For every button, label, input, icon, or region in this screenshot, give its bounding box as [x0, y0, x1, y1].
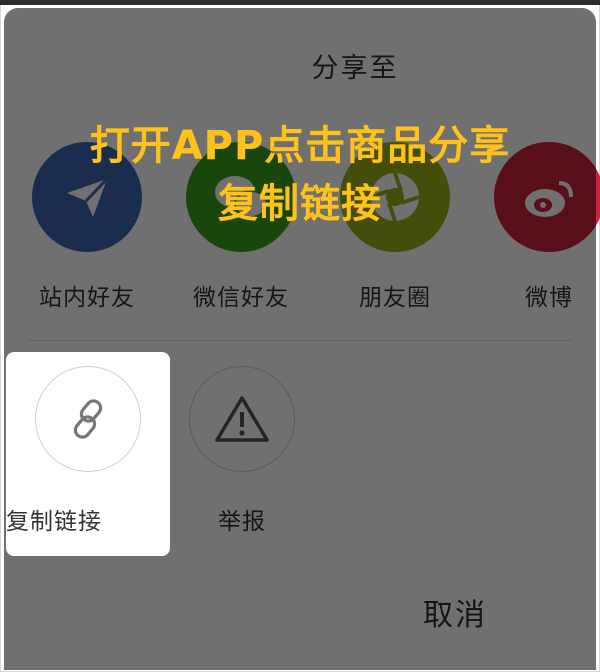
share-sheet: [4, 8, 596, 670]
share-sheet-title: 分享至: [311, 53, 399, 84]
cancel-button[interactable]: 取消: [0, 590, 600, 634]
copy-link-button[interactable]: 复制链接: [6, 352, 170, 556]
warning-icon: [189, 366, 295, 472]
share-target-label: 站内好友: [39, 285, 135, 311]
report-button[interactable]: 举报: [167, 366, 317, 536]
copy-link-label: 复制链接: [6, 509, 102, 535]
promo-line-1: 打开APP点击商品分享: [89, 123, 511, 169]
divider: [28, 340, 572, 341]
share-target-label: 朋友圈: [359, 285, 431, 311]
link-icon: [35, 366, 141, 472]
report-label: 举报: [218, 509, 266, 535]
status-strip: [0, 0, 600, 5]
promo-line-2: 复制链接: [218, 181, 382, 227]
share-target-label: 微博: [525, 285, 573, 311]
share-target-label: 微信好友: [193, 285, 289, 311]
